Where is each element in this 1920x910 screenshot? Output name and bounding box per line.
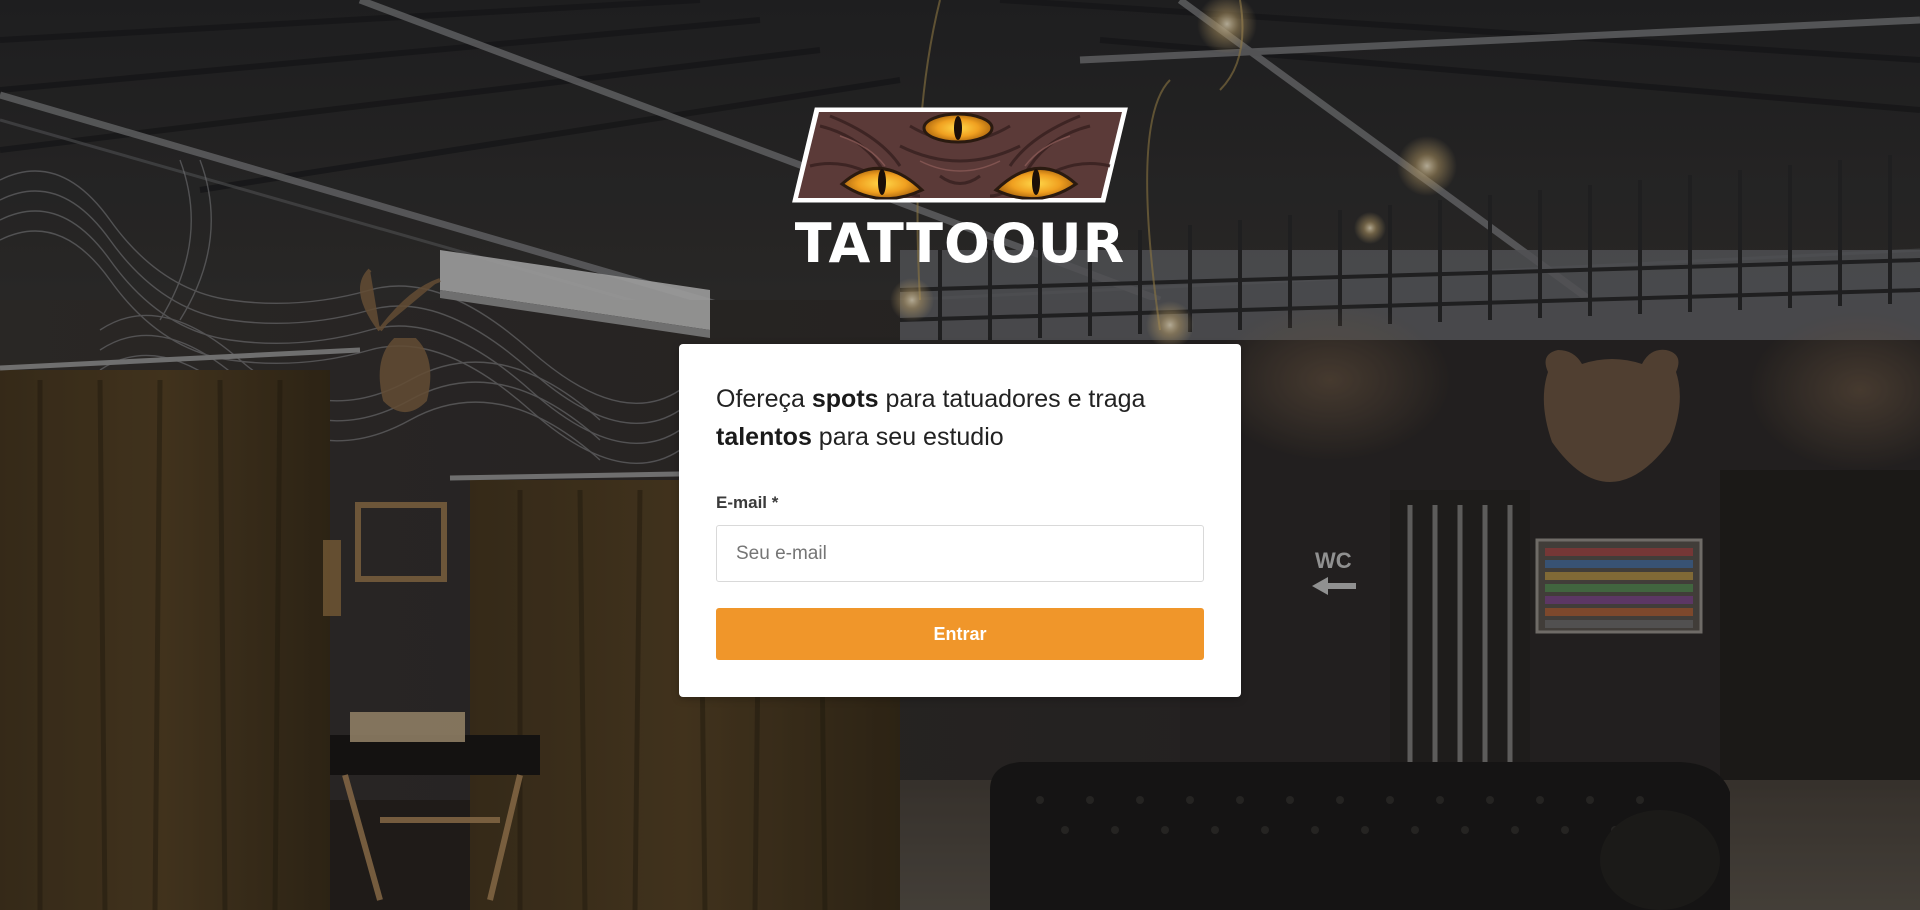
headline-emphasis-spots: spots [811, 385, 879, 413]
headline-text: para seu estudio [811, 423, 1004, 451]
submit-button[interactable]: Entrar [716, 608, 1204, 660]
email-label: E-mail * [716, 493, 779, 512]
headline-text: para tatuadores e traga [878, 385, 1146, 413]
signup-card: Ofereça spots para tatuadores e traga ta… [679, 344, 1241, 697]
headline-emphasis-talentos: talentos [716, 423, 812, 451]
headline-text: Ofereça [716, 385, 812, 413]
brand-name: TATTOOUR [794, 212, 1126, 275]
brand-logo: TATTOOUR [788, 106, 1132, 275]
three-eyed-creature-icon [792, 107, 1128, 203]
headline: Ofereça spots para tatuadores e traga ta… [716, 380, 1204, 456]
email-field[interactable] [716, 525, 1204, 582]
